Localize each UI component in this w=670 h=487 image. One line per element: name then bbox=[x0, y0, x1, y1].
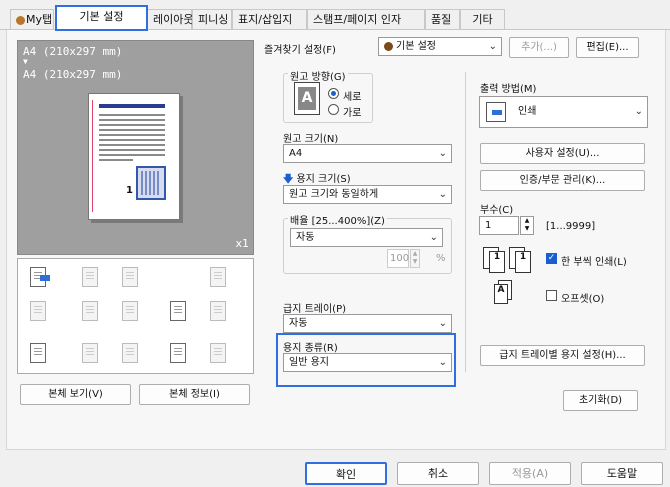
chevron-down-icon: ⌄ bbox=[429, 232, 438, 243]
watermark-icon[interactable] bbox=[166, 299, 192, 323]
combine-icon[interactable] bbox=[78, 299, 104, 323]
tab-stamp-page[interactable]: 스탬프/페이지 인자 bbox=[307, 9, 425, 30]
ok-button[interactable]: 확인 bbox=[305, 462, 387, 485]
arrow-down-icon: ▼ bbox=[23, 57, 28, 66]
chevron-down-icon: ⌄ bbox=[438, 189, 447, 200]
quality-page-icon[interactable] bbox=[206, 341, 232, 365]
tab-my[interactable]: My탭 bbox=[10, 9, 54, 30]
tab-cover-insert[interactable]: 표지/삽입지 bbox=[232, 9, 307, 30]
offset-checkbox[interactable] bbox=[546, 290, 557, 301]
preview-page: 1 bbox=[88, 93, 180, 220]
tab-quality[interactable]: 품질 bbox=[425, 9, 460, 30]
paper-type-select[interactable]: 일반 용지 ⌄ bbox=[283, 353, 452, 372]
chevron-down-icon: ⌄ bbox=[438, 318, 447, 329]
cancel-button[interactable]: 취소 bbox=[397, 462, 479, 485]
chevron-down-icon: ⌄ bbox=[438, 148, 447, 159]
favorites-select[interactable]: 기본 설정 ⌄ bbox=[378, 37, 502, 56]
offset-label: 오프셋(O) bbox=[561, 294, 605, 305]
add-favorite-button[interactable]: 추가(...) bbox=[509, 37, 569, 58]
user-page-icon[interactable] bbox=[78, 341, 104, 365]
chevron-down-icon: ⌄ bbox=[488, 41, 497, 52]
arrow-down-icon: 🡇 bbox=[283, 174, 294, 185]
collate-label: 한 부씩 인쇄(L) bbox=[561, 257, 627, 268]
view-device-button[interactable]: 본체 보기(V) bbox=[20, 384, 131, 405]
user-settings-button[interactable]: 사용자 설정(U)... bbox=[480, 143, 645, 164]
original-size-label: 원고 크기(N) bbox=[283, 134, 339, 145]
offset-icon: A bbox=[494, 280, 518, 308]
collate-icon: 1 1 bbox=[483, 245, 533, 273]
tab-bar: My탭 기본 설정 레이아웃 피니싱 표지/삽입지 스탬프/페이지 인자 품질 … bbox=[0, 0, 670, 31]
overlay-icon[interactable] bbox=[166, 341, 192, 365]
copies-indicator: x1 bbox=[235, 237, 249, 250]
tab-basic-settings[interactable]: 기본 설정 bbox=[55, 5, 148, 31]
device-info-button[interactable]: 본체 정보(I) bbox=[139, 384, 250, 405]
print-output-icon[interactable] bbox=[26, 265, 52, 289]
column-divider bbox=[465, 72, 466, 372]
paper-tray-label: 급지 트레이(P) bbox=[283, 304, 347, 315]
print-preview: A4 (210x297 mm) ▼ A4 (210x297 mm) 1 x1 bbox=[17, 40, 254, 255]
people-icon bbox=[384, 41, 393, 51]
rotate-icon[interactable] bbox=[206, 265, 232, 289]
stack-icon[interactable] bbox=[26, 299, 52, 323]
paper-type-label: 용지 종류(R) bbox=[283, 343, 338, 354]
output-method-label: 출력 방법(M) bbox=[480, 84, 537, 95]
paper-size-select[interactable]: 원고 크기와 동일하게 ⌄ bbox=[283, 185, 452, 204]
zoom-unit: % bbox=[436, 253, 446, 264]
zoom-mode-select[interactable]: 자동 ⌄ bbox=[290, 228, 443, 247]
zoom-label: 배율 [25...400%](Z) bbox=[288, 212, 387, 227]
original-size-select[interactable]: A4 ⌄ bbox=[283, 144, 452, 163]
landscape-label: 가로 bbox=[343, 108, 362, 119]
apply-button[interactable]: 적용(A) bbox=[489, 462, 571, 485]
edit-favorite-button[interactable]: 편집(E)... bbox=[576, 37, 639, 58]
landscape-radio[interactable] bbox=[328, 104, 339, 115]
duplex-icon[interactable] bbox=[118, 265, 144, 289]
copies-spinner[interactable]: ▲ ▼ bbox=[520, 216, 534, 235]
page-number: 1 bbox=[126, 185, 133, 196]
auth-management-button[interactable]: 인증/부문 관리(K)... bbox=[480, 170, 645, 191]
staple-icon[interactable] bbox=[206, 299, 232, 323]
chevron-down-icon: ⌄ bbox=[438, 357, 447, 368]
portrait-label: 세로 bbox=[343, 92, 362, 103]
image-icon bbox=[136, 166, 166, 200]
copies-label: 부수(C) bbox=[480, 205, 514, 216]
chart-page-icon[interactable] bbox=[26, 341, 52, 365]
help-button[interactable]: 도움말 bbox=[581, 462, 663, 485]
tab-finishing[interactable]: 피니싱 bbox=[192, 9, 232, 30]
function-icon-grid bbox=[17, 258, 254, 374]
user-icon bbox=[16, 15, 25, 25]
print-icon bbox=[486, 102, 506, 122]
copies-input[interactable]: 1 bbox=[479, 216, 519, 235]
chevron-down-icon: ⌄ bbox=[634, 106, 643, 117]
text-a-icon[interactable] bbox=[118, 299, 144, 323]
tab-other[interactable]: 기타 bbox=[460, 9, 505, 30]
zoom-value-input[interactable]: 100 bbox=[387, 249, 409, 268]
copies-range: [1...9999] bbox=[546, 221, 596, 232]
account-page-icon[interactable] bbox=[118, 341, 144, 365]
portrait-radio[interactable] bbox=[328, 88, 339, 99]
output-method-select[interactable]: 인쇄 ⌄ bbox=[479, 96, 648, 128]
favorites-label: 즐겨찾기 설정(F) bbox=[264, 45, 336, 56]
tab-layout[interactable]: 레이아웃 bbox=[147, 9, 193, 30]
tray-paper-settings-button[interactable]: 급지 트레이별 용지 설정(H)... bbox=[480, 345, 645, 366]
portrait-page-icon: A bbox=[294, 82, 320, 115]
zoom-spinner[interactable]: ▲ ▼ bbox=[410, 249, 420, 268]
orientation-label: 원고 방향(G) bbox=[288, 68, 348, 83]
reset-button[interactable]: 초기화(D) bbox=[563, 390, 638, 411]
output-size-text: A4 (210x297 mm) bbox=[23, 68, 123, 81]
fit-page-icon[interactable] bbox=[78, 265, 104, 289]
original-size-text: A4 (210x297 mm) bbox=[23, 45, 123, 58]
collate-checkbox[interactable]: ✓ bbox=[546, 253, 557, 264]
paper-tray-select[interactable]: 자동 ⌄ bbox=[283, 314, 452, 333]
